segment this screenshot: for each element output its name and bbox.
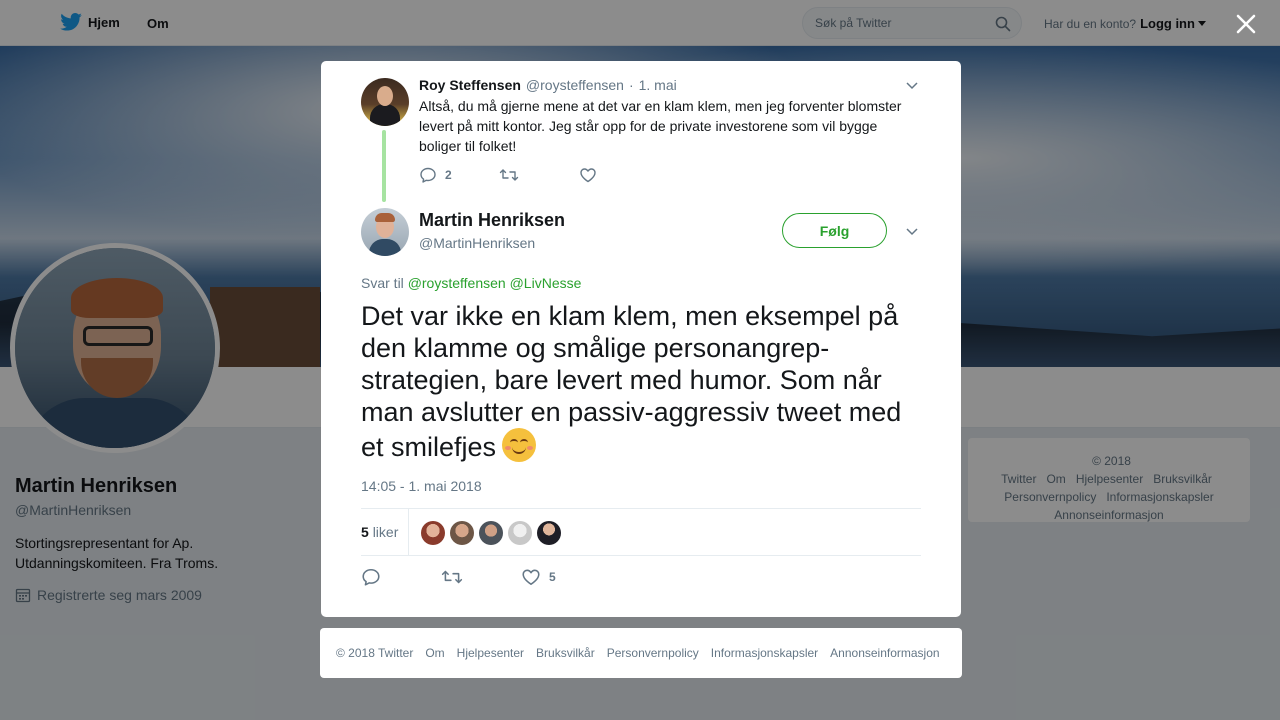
liker-avatar[interactable] — [450, 521, 474, 545]
retweet-icon — [499, 169, 519, 181]
like-button[interactable]: 5 — [521, 567, 556, 587]
main-tweet-text: Det var ikke en klam klem, men eksempel … — [361, 300, 926, 463]
heart-icon — [580, 168, 596, 183]
chevron-down-icon[interactable] — [904, 77, 920, 93]
likes-word: liker — [372, 524, 399, 540]
tweet-timestamp[interactable]: 14:05 - 1. mai 2018 — [361, 478, 482, 494]
parent-tweet-header: Roy Steffensen @roysteffensen · 1. mai — [419, 77, 677, 93]
main-avatar-shirt — [369, 239, 401, 256]
parent-author-name[interactable]: Roy Steffensen — [419, 77, 521, 93]
footer-link[interactable]: Annonseinformasjon — [830, 646, 939, 660]
follow-button[interactable]: Følg — [782, 213, 887, 248]
reply-to-line: Svar til @roysteffensen @LivNesse — [361, 275, 581, 291]
footer-link[interactable]: Informasjonskapsler — [711, 646, 818, 660]
footer-link[interactable]: Bruksvilkår — [536, 646, 595, 660]
retweet-icon — [441, 570, 463, 584]
smiling-face-emoji-icon — [502, 428, 537, 462]
main-author-name[interactable]: Martin Henriksen — [419, 210, 565, 231]
stats-divider — [408, 509, 409, 555]
parent-author-handle[interactable]: @roysteffensen — [526, 77, 624, 93]
reply-button[interactable] — [361, 567, 441, 587]
close-icon[interactable] — [1234, 12, 1258, 36]
footer-link[interactable]: Personvernpolicy — [607, 646, 699, 660]
mention-link[interactable]: @LivNesse — [510, 275, 582, 291]
likes-count-link[interactable]: 5 liker — [361, 524, 398, 540]
tweet-modal: Roy Steffensen @roysteffensen · 1. mai A… — [321, 61, 961, 617]
reply-button[interactable]: 2 — [419, 166, 499, 184]
meta-separator: · — [628, 77, 634, 93]
heart-icon — [522, 569, 540, 585]
thread-connector — [382, 130, 386, 202]
reply-count: 2 — [445, 168, 452, 182]
retweet-button[interactable] — [441, 567, 521, 587]
likers-avatars — [421, 521, 561, 545]
reply-icon — [362, 569, 380, 586]
liker-avatar[interactable] — [479, 521, 503, 545]
chevron-down-icon[interactable] — [904, 223, 920, 239]
footer-link[interactable]: Om — [425, 646, 444, 660]
modal-footer: © 2018 Twitter Om Hjelpesenter Bruksvilk… — [320, 628, 962, 678]
tweet-stats: 5 liker — [361, 508, 921, 556]
reply-to-prefix: Svar til — [361, 275, 404, 291]
liker-avatar[interactable] — [508, 521, 532, 545]
likes-number: 5 — [361, 524, 369, 540]
footer-link[interactable]: © 2018 Twitter — [336, 646, 413, 660]
footer-link[interactable]: Hjelpesenter — [457, 646, 524, 660]
parent-avatar-suit — [370, 104, 400, 126]
parent-tweet-date[interactable]: 1. mai — [639, 77, 677, 93]
parent-avatar-face — [377, 86, 393, 106]
parent-tweet-actions: 2 — [419, 166, 597, 184]
main-author-handle[interactable]: @MartinHenriksen — [419, 235, 535, 251]
main-tweet-avatar[interactable] — [361, 208, 409, 256]
liker-avatar[interactable] — [421, 521, 445, 545]
tweet-text-body: Det var ikke en klam klem, men eksempel … — [361, 301, 902, 462]
retweet-button[interactable] — [499, 166, 579, 184]
reply-icon — [420, 167, 436, 183]
main-tweet-actions: 5 — [361, 567, 556, 587]
parent-tweet-avatar[interactable] — [361, 78, 409, 126]
liker-avatar[interactable] — [537, 521, 561, 545]
main-avatar-hair — [375, 213, 395, 222]
parent-tweet-text: Altså, du må gjerne mene at det var en k… — [419, 98, 902, 154]
mention-link[interactable]: @roysteffensen — [408, 275, 506, 291]
like-button[interactable] — [579, 166, 597, 184]
like-count: 5 — [549, 570, 556, 584]
